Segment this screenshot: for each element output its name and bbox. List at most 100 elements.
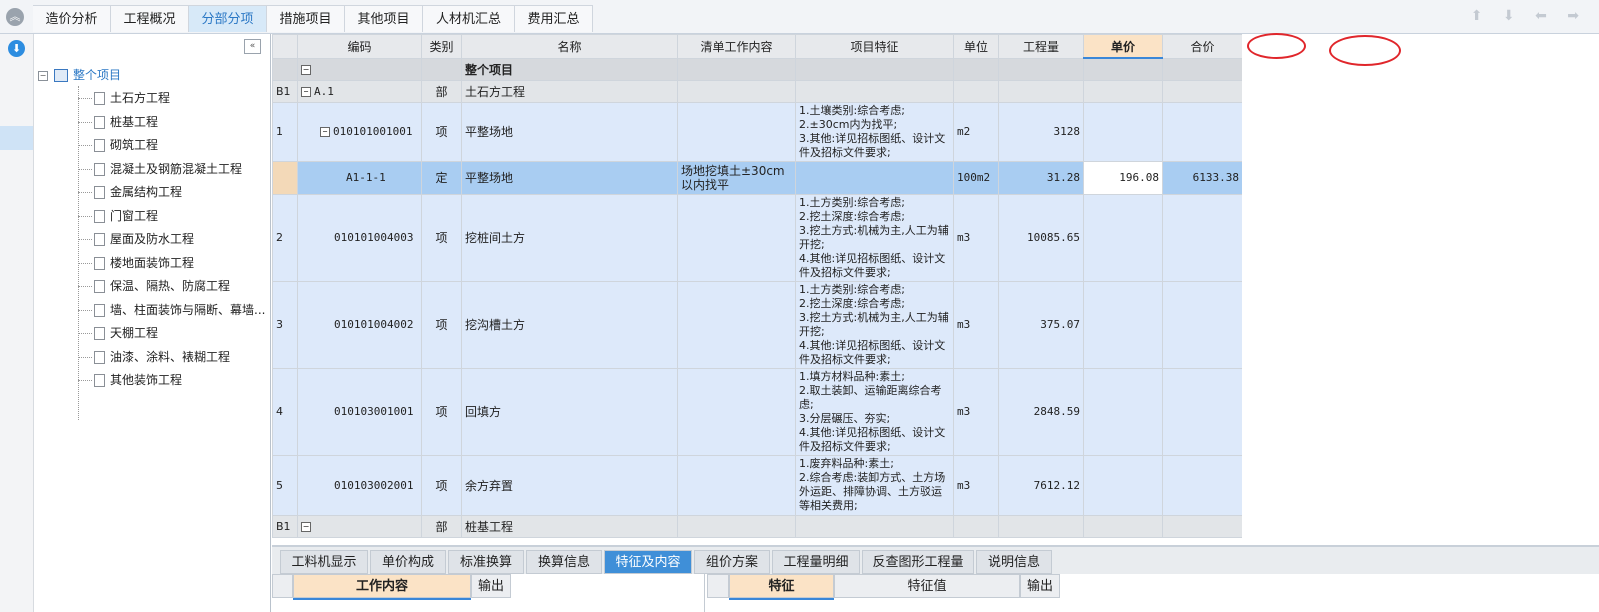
col-header-unit-price[interactable]: 单价: [1083, 34, 1163, 59]
tab-labor-material-summary[interactable]: 人材机汇总: [423, 5, 515, 32]
table-row[interactable]: B1 − A.1 部 土石方工程: [272, 79, 1242, 103]
tree-node[interactable]: 砌筑工程: [78, 135, 158, 155]
cell-unit: [953, 514, 999, 538]
tree-node[interactable]: 门窗工程: [78, 206, 158, 226]
collapse-left-icon[interactable]: «: [244, 39, 261, 54]
collapse-icon[interactable]: −: [301, 64, 311, 75]
sub-col-output[interactable]: 输出: [471, 574, 511, 598]
cell-work: [677, 454, 796, 516]
tree-root[interactable]: − 整个项目: [38, 66, 121, 84]
document-icon: [94, 186, 105, 199]
document-icon: [94, 327, 105, 340]
tab-standard-conversion[interactable]: 标准换算: [448, 550, 524, 574]
cell-unit: [953, 79, 999, 103]
cell-name: 余方弃置: [461, 454, 678, 516]
tab-measures[interactable]: 措施项目: [267, 5, 345, 32]
tab-sub-items[interactable]: 分部分项: [189, 5, 267, 32]
items-grid: 编码 类别 名称 清单工作内容 项目特征 单位 工程量 单价 合价 − 整个项目…: [272, 34, 1242, 540]
col-header-name[interactable]: 名称: [461, 34, 678, 59]
tree-node[interactable]: 桩基工程: [78, 112, 158, 132]
col-header-work-content[interactable]: 清单工作内容: [677, 34, 796, 59]
tab-reverse-graphic-quantity[interactable]: 反查图形工程量: [862, 550, 974, 574]
cell-unit-price-editing[interactable]: 196.08: [1083, 160, 1163, 195]
tree-node[interactable]: 金属结构工程: [78, 182, 182, 202]
tab-quantity-detail[interactable]: 工程量明细: [772, 550, 860, 574]
tree-node[interactable]: 楼地面装饰工程: [78, 253, 194, 273]
cell-code: A1-1-1: [297, 160, 422, 195]
col-header-category[interactable]: 类别: [421, 34, 462, 59]
cell-work: [677, 514, 796, 538]
col-header-unit[interactable]: 单位: [953, 34, 999, 59]
cell-features: 1.废弃料品种:素土; 2.综合考虑:装卸方式、土方场外运距、排障协调、土方驳运…: [795, 454, 954, 516]
sub-col-output[interactable]: 输出: [1020, 574, 1060, 598]
cell-quantity: 2848.59: [998, 367, 1084, 456]
cell-work: [677, 57, 796, 81]
tree-node[interactable]: 保温、隔热、防腐工程: [78, 276, 230, 296]
tree-node[interactable]: 屋面及防水工程: [78, 229, 194, 249]
table-row[interactable]: 2 010101004003 项 挖桩间土方 1.土方类别:综合考虑; 2.挖土…: [272, 193, 1242, 282]
download-icon[interactable]: ⬇: [8, 40, 25, 57]
sub-col-feature[interactable]: 特征: [729, 574, 834, 598]
tree-node[interactable]: 土石方工程: [78, 88, 170, 108]
collapse-up-icon[interactable]: ︽: [6, 8, 24, 26]
document-icon: [94, 351, 105, 364]
cell-total: [1162, 101, 1242, 162]
row-index: B1: [272, 514, 298, 538]
tree-node[interactable]: 墙、柱面装饰与隔断、幕墙...: [78, 300, 265, 320]
tab-other-items[interactable]: 其他项目: [345, 5, 423, 32]
sub-row-header: [272, 574, 293, 598]
tab-labor-material-display[interactable]: 工料机显示: [280, 550, 368, 574]
cell-name: 挖沟槽土方: [461, 280, 678, 369]
rail-selected-marker[interactable]: [0, 126, 33, 150]
col-header-quantity[interactable]: 工程量: [998, 34, 1084, 59]
row-index: [272, 160, 298, 195]
cell-name: 土石方工程: [461, 79, 678, 103]
col-header-total[interactable]: 合价: [1162, 34, 1242, 59]
tab-pricing-scheme[interactable]: 组价方案: [694, 550, 770, 574]
cell-features: 1.填方材料品种:素土; 2.取土装卸、运输距离综合考虑; 3.分层碾压、夯实;…: [795, 367, 954, 456]
cell-category: 部: [421, 514, 462, 538]
bottom-tab-bar: 工料机显示 单价构成 标准换算 换算信息 特征及内容 组价方案 工程量明细 反查…: [272, 545, 1599, 575]
detail-panel: 工作内容 输出 特征 特征值 输出: [272, 574, 1599, 612]
cell-total: [1162, 79, 1242, 103]
collapse-icon[interactable]: −: [301, 521, 311, 532]
table-row[interactable]: − 整个项目: [272, 57, 1242, 81]
table-row[interactable]: 1 −010101001001 项 平整场地 1.土壤类别:综合考虑; 2.±3…: [272, 101, 1242, 162]
collapse-icon[interactable]: −: [301, 86, 311, 97]
collapse-icon[interactable]: −: [320, 127, 330, 137]
tree-node[interactable]: 油漆、涂料、裱糊工程: [78, 347, 230, 367]
cell-code: −010101001001: [297, 101, 422, 162]
table-row[interactable]: 3 010101004002 项 挖沟槽土方 1.土方类别:综合考虑; 2.挖土…: [272, 280, 1242, 369]
tab-conversion-info[interactable]: 换算信息: [526, 550, 602, 574]
row-index: 1: [272, 101, 298, 162]
tree-node[interactable]: 其他装饰工程: [78, 370, 182, 390]
table-row[interactable]: 4 010103001001 项 回填方 1.填方材料品种:素土; 2.取土装卸…: [272, 367, 1242, 456]
tree-node[interactable]: 混凝土及钢筋混凝土工程: [78, 159, 242, 179]
cell-work: [677, 101, 796, 162]
tab-description-info[interactable]: 说明信息: [976, 550, 1052, 574]
table-row-selected[interactable]: A1-1-1 定 平整场地 场地挖填土±30cm以内找平 100m2 31.28…: [272, 160, 1242, 195]
left-rail: ⬇: [0, 34, 34, 612]
tab-cost-analysis[interactable]: 造价分析: [33, 5, 111, 32]
sub-col-work-content[interactable]: 工作内容: [293, 574, 471, 598]
nav-arrows-icon[interactable]: ⬆ ⬇ ⬅ ➡: [1471, 8, 1587, 24]
table-row[interactable]: 5 010103002001 项 余方弃置 1.废弃料品种:素土; 2.综合考虑…: [272, 454, 1242, 516]
col-header-features[interactable]: 项目特征: [795, 34, 954, 59]
cell-unit-price: [1083, 367, 1163, 456]
cell-quantity: 3128: [998, 101, 1084, 162]
tree-root-label: 整个项目: [73, 68, 122, 82]
cell-code: −: [297, 57, 422, 81]
cell-features: 1.土方类别:综合考虑; 2.挖土深度:综合考虑; 3.挖土方式:机械为主,人工…: [795, 193, 954, 282]
tree-collapse-icon[interactable]: −: [38, 70, 48, 81]
tab-unit-price-composition[interactable]: 单价构成: [370, 550, 446, 574]
row-index: [272, 57, 298, 81]
cell-unit: 100m2: [953, 160, 999, 195]
tab-features-content[interactable]: 特征及内容: [604, 550, 692, 574]
tree-node[interactable]: 天棚工程: [78, 323, 158, 343]
col-header-code[interactable]: 编码: [297, 34, 422, 59]
table-row[interactable]: B1 − 部 桩基工程: [272, 514, 1242, 538]
tab-project-overview[interactable]: 工程概况: [111, 5, 189, 32]
row-index: B1: [272, 79, 298, 103]
sub-col-feature-value[interactable]: 特征值: [834, 574, 1020, 598]
tab-fee-summary[interactable]: 费用汇总: [515, 5, 593, 32]
